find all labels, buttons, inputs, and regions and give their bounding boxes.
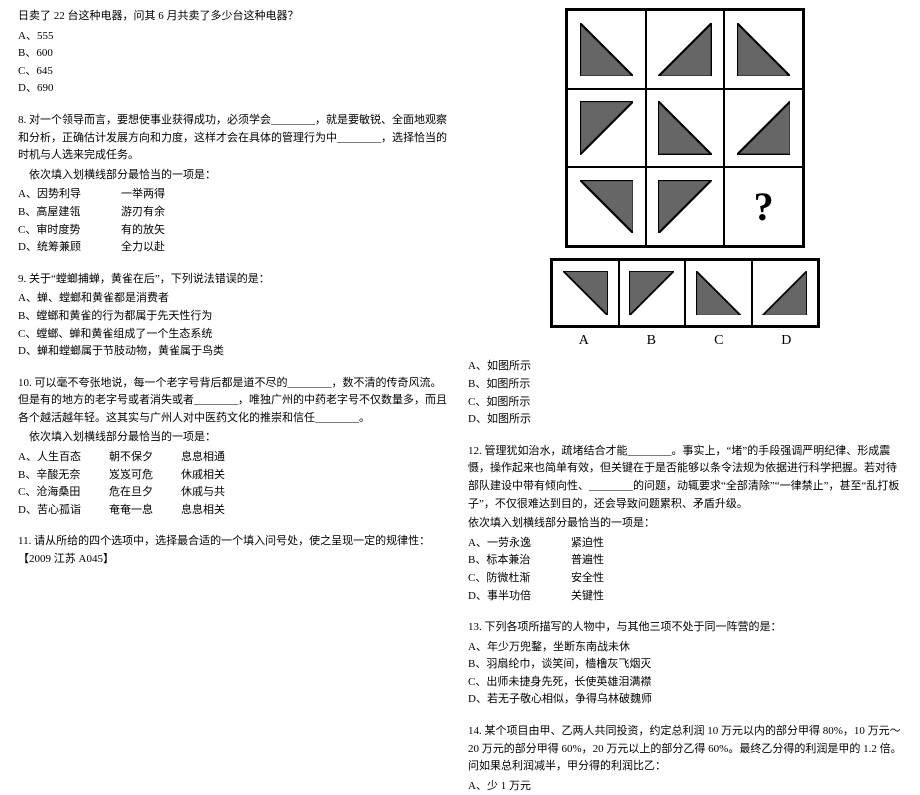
question-mark-icon: ?: [754, 175, 774, 239]
q11-opt-c: C、如图所示: [468, 394, 902, 412]
q8-d2: 全力以赴: [121, 239, 205, 257]
q13-opt-d: D、若无子敬心相似，争得乌林破魏师: [468, 691, 902, 709]
q8-prompt: 依次填入划横线部分最恰当的一项是：: [18, 167, 452, 185]
q14-opt-a: A、少 1 万元: [468, 778, 902, 795]
question-10: 10. 可以毫不夸张地说，每一个老字号背后都是道不尽的________，数不清的…: [18, 375, 452, 520]
question-14: 14. 某个项目由甲、乙两人共同投资，约定总利润 10 万元以内的部分甲得 80…: [468, 723, 902, 795]
q8-b2: 游刃有余: [121, 204, 205, 222]
q9-opt-c: C、螳螂、蝉和黄雀组成了一个生态系统: [18, 326, 452, 344]
q10-c1: C、沧海桑田: [18, 484, 109, 502]
puzzle-grid: ?: [565, 8, 805, 248]
cell-3-2: [646, 167, 725, 246]
q12-a1: A、一劳永逸: [468, 535, 571, 553]
cell-2-3: [724, 89, 803, 168]
q10-c3: 休戚与共: [181, 484, 253, 502]
q12-b1: B、标本兼治: [468, 552, 571, 570]
q12-c2: 安全性: [571, 570, 644, 588]
q13-opt-b: B、羽扇纶巾，谈笑间，樯橹灰飞烟灭: [468, 656, 902, 674]
question-8: 8. 对一个领导而言，要想使事业获得成功，必须学会________，就是要敏锐、…: [18, 112, 452, 257]
q10-b2: 岌岌可危: [109, 467, 181, 485]
q11-opt-b: B、如图所示: [468, 376, 902, 394]
question-7: 日卖了 22 台这种电器，问其 6 月共卖了多少台这种电器？ A、555 B、6…: [18, 8, 452, 98]
q11-figure: ? A B C D: [545, 8, 825, 352]
answer-labels: A B C D: [550, 330, 820, 352]
cell-1-2: [646, 10, 725, 89]
q7-opt-d: D、690: [18, 80, 452, 98]
q10-text: 10. 可以毫不夸张地说，每一个老字号背后都是道不尽的________，数不清的…: [18, 375, 452, 428]
cell-2-2: [646, 89, 725, 168]
q7-opt-b: B、600: [18, 45, 452, 63]
q8-d1: D、统筹兼顾: [18, 239, 121, 257]
ans-cell-b: [619, 260, 686, 326]
q8-options: A、因势利导一举两得 B、高屋建瓴游刃有余 C、审时度势有的放矢 D、统筹兼顾全…: [18, 186, 205, 256]
cell-2-1: [567, 89, 646, 168]
q9-opt-d: D、蝉和螳螂属于节肢动物，黄雀属于鸟类: [18, 343, 452, 361]
q10-d1: D、苦心孤诣: [18, 502, 109, 520]
q12-d2: 关键性: [571, 588, 644, 606]
left-column: 日卖了 22 台这种电器，问其 6 月共卖了多少台这种电器？ A、555 B、6…: [10, 8, 460, 643]
q7-text: 日卖了 22 台这种电器，问其 6 月共卖了多少台这种电器？: [18, 8, 452, 26]
cell-1-3: [724, 10, 803, 89]
label-b: B: [618, 330, 686, 352]
question-13: 13. 下列各项所描写的人物中，与其他三项不处于同一阵营的是： A、年少万兜鍪，…: [468, 619, 902, 709]
q8-a2: 一举两得: [121, 186, 205, 204]
label-a: A: [550, 330, 618, 352]
q14-text: 14. 某个项目由甲、乙两人共同投资，约定总利润 10 万元以内的部分甲得 80…: [468, 723, 902, 776]
q11-text: 11. 请从所给的四个选项中，选择最合适的一个填入问号处，使之呈现一定的规律性：…: [18, 533, 452, 568]
q11-opt-d: D、如图所示: [468, 411, 902, 429]
q7-opt-a: A、555: [18, 28, 452, 46]
q10-options: A、人生百态朝不保夕息息相通 B、辛酸无奈岌岌可危休戚相关 C、沧海桑田危在旦夕…: [18, 449, 253, 519]
q8-c2: 有的放矢: [121, 222, 205, 240]
q12-b2: 普遍性: [571, 552, 644, 570]
q10-a1: A、人生百态: [18, 449, 109, 467]
q10-b1: B、辛酸无奈: [18, 467, 109, 485]
cell-3-1: [567, 167, 646, 246]
q8-c1: C、审时度势: [18, 222, 121, 240]
question-11: 11. 请从所给的四个选项中，选择最合适的一个填入问号处，使之呈现一定的规律性：…: [18, 533, 452, 568]
q8-b1: B、高屋建瓴: [18, 204, 121, 222]
label-c: C: [685, 330, 753, 352]
q10-prompt: 依次填入划横线部分最恰当的一项是：: [18, 429, 452, 447]
answer-row: [550, 258, 820, 328]
right-column: ? A B C D A、如图所示 B、如图所示 C、如图所示 D、如图所示 12…: [460, 8, 910, 643]
q9-text: 9. 关于“螳螂捕蝉，黄雀在后”，下列说法错误的是：: [18, 271, 452, 289]
question-9: 9. 关于“螳螂捕蝉，黄雀在后”，下列说法错误的是： A、蝉、螳螂和黄雀都是消费…: [18, 271, 452, 361]
q13-opt-c: C、出师未捷身先死，长使英雄泪满襟: [468, 674, 902, 692]
ans-cell-d: [752, 260, 819, 326]
q10-a3: 息息相通: [181, 449, 253, 467]
q10-d2: 奄奄一息: [109, 502, 181, 520]
q12-c1: C、防微杜渐: [468, 570, 571, 588]
label-d: D: [753, 330, 821, 352]
q10-b3: 休戚相关: [181, 467, 253, 485]
ans-cell-a: [552, 260, 619, 326]
q8-a1: A、因势利导: [18, 186, 121, 204]
q8-text: 8. 对一个领导而言，要想使事业获得成功，必须学会________，就是要敏锐、…: [18, 112, 452, 165]
cell-1-1: [567, 10, 646, 89]
q13-opt-a: A、年少万兜鍪，坐断东南战未休: [468, 639, 902, 657]
q13-text: 13. 下列各项所描写的人物中，与其他三项不处于同一阵营的是：: [468, 619, 902, 637]
q12-text: 12. 管理犹如治水，疏堵结合才能________。事实上，“堵”的手段强调严明…: [468, 443, 902, 513]
q7-opt-c: C、645: [18, 63, 452, 81]
q10-c2: 危在旦夕: [109, 484, 181, 502]
cell-3-3: ?: [724, 167, 803, 246]
ans-cell-c: [685, 260, 752, 326]
q12-a2: 紧迫性: [571, 535, 644, 553]
q9-opt-b: B、螳螂和黄雀的行为都属于先天性行为: [18, 308, 452, 326]
q10-a2: 朝不保夕: [109, 449, 181, 467]
q10-d3: 息息相关: [181, 502, 253, 520]
q12-d1: D、事半功倍: [468, 588, 571, 606]
q11-options: A、如图所示 B、如图所示 C、如图所示 D、如图所示: [468, 358, 902, 428]
question-12: 12. 管理犹如治水，疏堵结合才能________。事实上，“堵”的手段强调严明…: [468, 443, 902, 605]
q9-opt-a: A、蝉、螳螂和黄雀都是消费者: [18, 290, 452, 308]
q12-options: A、一劳永逸紧迫性 B、标本兼治普遍性 C、防微杜渐安全性 D、事半功倍关键性: [468, 535, 644, 605]
q11-opt-a: A、如图所示: [468, 358, 902, 376]
q12-prompt: 依次填入划横线部分最恰当的一项是：: [468, 515, 902, 533]
